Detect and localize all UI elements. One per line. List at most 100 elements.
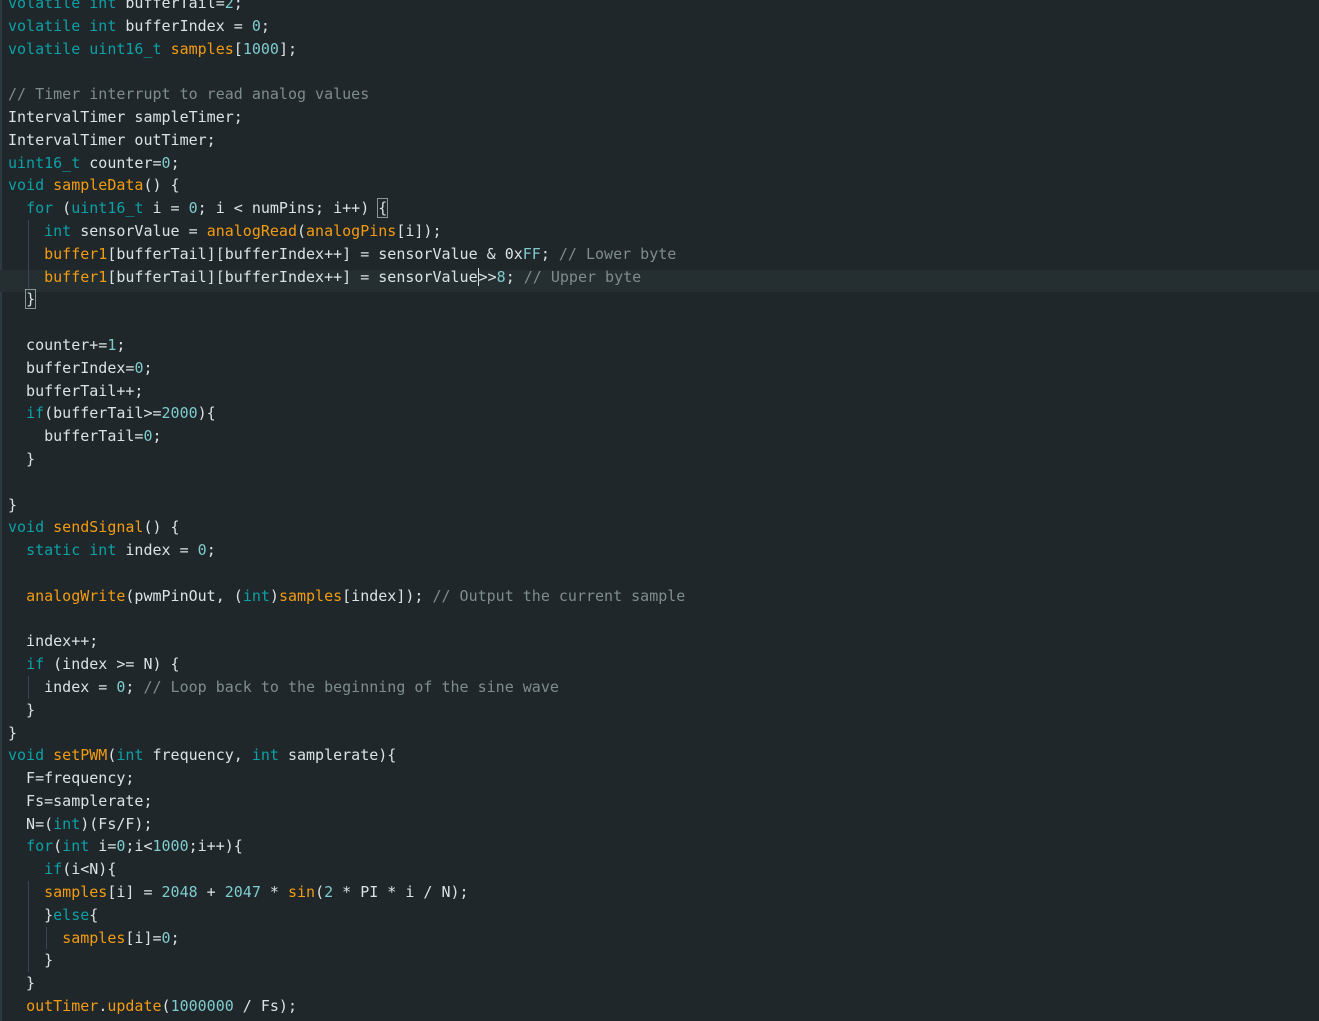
- code-line[interactable]: }: [8, 288, 1319, 311]
- code-token: void: [8, 746, 45, 765]
- code-token: 2: [224, 0, 234, 12]
- code-token: FF: [522, 244, 541, 263]
- code-editor[interactable]: volatile int bufferTail=2; volatile int b…: [0, 0, 1319, 1021]
- code-token: ;: [505, 267, 524, 286]
- code-line[interactable]: IntervalTimer sampleTimer;: [8, 106, 1319, 129]
- code-line[interactable]: void sendSignal() {: [8, 516, 1319, 539]
- code-line[interactable]: counter+=1;: [8, 334, 1319, 357]
- code-line[interactable]: [8, 311, 1319, 334]
- code-token: [i]=: [125, 928, 162, 947]
- code-token: (: [297, 221, 307, 240]
- code-token: 1000: [242, 39, 279, 58]
- code-line[interactable]: bufferIndex=0;: [8, 357, 1319, 380]
- code-token: F=frequency;: [8, 769, 135, 788]
- code-line[interactable]: F=frequency;: [8, 767, 1319, 790]
- code-line[interactable]: N=(int)(Fs/F);: [8, 813, 1319, 836]
- code-token: {: [377, 198, 389, 219]
- code-token: int: [89, 16, 117, 35]
- code-token: bufferIndex =: [116, 16, 252, 35]
- code-token: index =: [8, 677, 117, 696]
- code-token: if: [26, 404, 45, 423]
- indent-guide: [46, 926, 47, 950]
- code-line[interactable]: IntervalTimer outTimer;: [8, 129, 1319, 152]
- code-line[interactable]: index = 0; // Loop back to the beginning…: [8, 675, 1319, 699]
- code-token: (: [315, 883, 325, 902]
- code-token: 0: [161, 928, 171, 947]
- code-token: // Output the current sample: [432, 586, 686, 605]
- code-token: .: [98, 997, 108, 1016]
- code-token: ;: [170, 153, 180, 172]
- code-token: 0: [197, 541, 207, 560]
- code-token: ): [269, 586, 279, 605]
- code-line[interactable]: }: [8, 722, 1319, 745]
- code-line[interactable]: samples[i] = 2048 + 2047 * sin(2 * PI * …: [8, 881, 1319, 904]
- code-line[interactable]: Fs=samplerate;: [8, 790, 1319, 813]
- code-line[interactable]: index++;: [8, 630, 1319, 653]
- code-token: // Upper byte: [523, 267, 642, 286]
- code-token: samples: [44, 883, 108, 902]
- code-line[interactable]: if (index >= N) {: [8, 653, 1319, 676]
- code-line[interactable]: buffer1[bufferTail][bufferIndex++] = sen…: [8, 242, 1319, 266]
- code-line[interactable]: volatile uint16_t samples[1000];: [8, 38, 1319, 61]
- code-token: ;: [125, 677, 144, 696]
- code-token: 8: [496, 267, 506, 286]
- code-line[interactable]: }: [8, 949, 1319, 973]
- code-line[interactable]: int sensorValue = analogRead(analogPins[…: [8, 219, 1319, 243]
- code-line[interactable]: if(i<N){: [8, 858, 1319, 881]
- code-line[interactable]: }: [8, 494, 1319, 517]
- code-line[interactable]: [8, 562, 1319, 585]
- code-line[interactable]: for (uint16_t i = 0; i < numPins; i++) {: [8, 197, 1319, 220]
- code-token: 2048: [161, 883, 198, 902]
- code-line[interactable]: bufferTail=0;: [8, 425, 1319, 448]
- code-token: )(Fs/F);: [80, 814, 153, 833]
- code-line[interactable]: // Timer interrupt to read analog values: [8, 83, 1319, 106]
- code-line[interactable]: }else{: [8, 903, 1319, 927]
- code-token: void: [8, 518, 45, 537]
- code-line[interactable]: buffer1[bufferTail][bufferIndex++] = sen…: [8, 265, 1319, 289]
- code-token: }: [8, 974, 36, 993]
- code-token: >: [477, 267, 488, 286]
- code-token: samples: [278, 586, 343, 605]
- code-token: [index]);: [342, 586, 433, 605]
- code-token: (bufferTail>=: [44, 404, 162, 423]
- code-token: for: [26, 199, 54, 218]
- code-line[interactable]: static int index = 0;: [8, 539, 1319, 562]
- code-token: i =: [143, 199, 189, 218]
- code-token: (: [53, 837, 63, 856]
- code-token: (index >= N) {: [44, 655, 180, 674]
- code-line[interactable]: uint16_t counter=0;: [8, 152, 1319, 175]
- code-line[interactable]: }: [8, 448, 1319, 471]
- code-line[interactable]: outTimer.update(1000000 / Fs);: [8, 995, 1319, 1018]
- code-token: samples: [62, 928, 126, 947]
- code-line[interactable]: for(int i=0;i<1000;i++){: [8, 835, 1319, 858]
- code-token: }: [8, 449, 36, 468]
- code-token: () {: [143, 518, 180, 537]
- code-line[interactable]: }: [8, 972, 1319, 995]
- code-token: volatile: [8, 0, 81, 12]
- code-line[interactable]: [8, 60, 1319, 83]
- code-token: [i] =: [107, 883, 162, 902]
- code-line[interactable]: void sampleData() {: [8, 174, 1319, 197]
- code-line[interactable]: analogWrite(pwmPinOut, (int)samples[inde…: [8, 585, 1319, 608]
- indent-guide: [28, 949, 29, 973]
- code-token: [: [233, 39, 243, 58]
- code-line[interactable]: [8, 608, 1319, 631]
- code-token: int: [116, 746, 144, 765]
- code-area[interactable]: volatile int bufferTail=2; volatile int b…: [8, 0, 1319, 1018]
- code-line[interactable]: [8, 471, 1319, 494]
- code-line[interactable]: void setPWM(int frequency, int samplerat…: [8, 744, 1319, 767]
- code-line[interactable]: bufferTail++;: [8, 380, 1319, 403]
- code-line[interactable]: volatile int bufferTail=2;: [8, 0, 1319, 15]
- code-line[interactable]: samples[i]=0;: [8, 926, 1319, 950]
- code-line[interactable]: volatile int bufferIndex = 0;: [8, 15, 1319, 38]
- code-line[interactable]: if(bufferTail>=2000){: [8, 402, 1319, 425]
- code-token: counter+=: [8, 335, 108, 354]
- code-token: 2: [324, 883, 334, 902]
- code-line[interactable]: }: [8, 699, 1319, 722]
- code-token: N=(: [8, 814, 54, 833]
